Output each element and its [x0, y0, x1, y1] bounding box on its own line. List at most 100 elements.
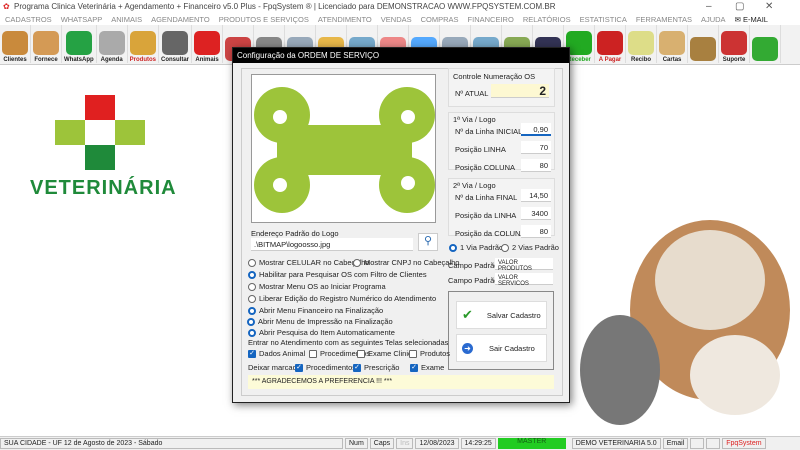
menu-item[interactable]: FINANCEIRO [468, 15, 514, 24]
via-radio[interactable]: 2 Vias Padrão [501, 243, 559, 252]
option-radio[interactable]: Habilitar para Pesquisar OS com Filtro d… [248, 270, 427, 279]
toolbar-button[interactable]: Suporte [719, 25, 751, 63]
via2-row-field[interactable]: 3400 [521, 207, 551, 220]
toolbar-button[interactable] [688, 25, 720, 63]
radio-indicator [248, 258, 256, 267]
toolbar-icon [162, 31, 189, 55]
via2-title: 2ª Via / Logo [453, 181, 496, 190]
checkbox-marked[interactable]: ✓ Procedimentos [295, 363, 356, 372]
campo-padrao-input[interactable]: VALOR PRODUTOS [495, 258, 553, 272]
option-radio[interactable]: Mostrar CNPJ no Cabeçalho [353, 258, 459, 267]
toolbar-button[interactable]: Produtos [128, 25, 160, 63]
option-label: Mostrar Menu OS ao Iniciar Programa [259, 282, 386, 291]
logo-path-input[interactable]: .\BITMAP\logoosso.jpg [251, 238, 413, 251]
toolbar-button[interactable]: Animais [192, 25, 224, 63]
checkbox-indicator: ✓ [295, 363, 303, 372]
campo-padrao-input[interactable]: VALOR SERVICOS [495, 273, 553, 287]
toolbar-button[interactable]: Fornece [31, 25, 62, 63]
menu-item[interactable]: CADASTROS [5, 15, 52, 24]
logo-path-label: Endereço Padrão do Logo [251, 229, 339, 238]
toolbar-icon [129, 31, 156, 55]
toolbar-button[interactable]: Recibo [626, 25, 658, 63]
close-button[interactable]: ✕ [765, 1, 773, 12]
exit-label: Sair Cadastro [489, 343, 535, 353]
menu-item-email[interactable]: ✉ E-MAIL [735, 15, 768, 24]
radio-indicator [248, 328, 256, 337]
radio-indicator [248, 306, 256, 315]
menu-item[interactable]: COMPRAS [421, 15, 459, 24]
status-city-date: SUA CIDADE - UF 12 de Agosto de 2023 - S… [0, 438, 343, 449]
via1-row-label: Nº da Linha INICIAL [455, 127, 523, 136]
calculator-icon[interactable] [706, 438, 721, 449]
toolbar-button[interactable]: Clientes [0, 25, 31, 63]
checkbox-indicator [357, 349, 365, 358]
minimize-button[interactable]: – [706, 1, 712, 12]
menu-item[interactable]: ATENDIMENTO [318, 15, 372, 24]
status-email[interactable]: Email [662, 438, 689, 449]
option-radio[interactable]: Abrir Menu de Impressão na Finalização [247, 317, 393, 326]
save-button[interactable]: ✔ Salvar Cadastro [456, 301, 547, 329]
radio-indicator [248, 282, 256, 291]
via1-row-field[interactable]: 0,90 [521, 123, 551, 136]
toolbar-button[interactable] [750, 25, 782, 63]
menu-item[interactable]: AGENDAMENTO [151, 15, 210, 24]
numero-atual-field[interactable]: 2 [491, 84, 549, 98]
toolbar-label: Clientes [3, 57, 27, 63]
checkbox-screens[interactable]: ✓ Dados Animal [248, 349, 305, 358]
checkbox-screens[interactable]: Exame Clinico [357, 349, 416, 358]
via1-row-field[interactable]: 70 [521, 141, 551, 154]
toolbar-button[interactable]: Agenda [97, 25, 128, 63]
radio-indicator [353, 258, 361, 267]
toolbar-icon [33, 31, 59, 55]
option-label: Mostrar CNPJ no Cabeçalho [364, 258, 460, 267]
via1-row-field[interactable]: 80 [521, 159, 551, 172]
via2-row-field[interactable]: 80 [521, 225, 551, 238]
toolbar-icon [98, 31, 125, 55]
toolbar-button[interactable]: A Pagar [595, 25, 627, 63]
radio-indicator [248, 294, 256, 303]
menu-item[interactable]: FERRAMENTAS [636, 15, 692, 24]
option-radio[interactable]: Mostrar Menu OS ao Iniciar Programa [248, 282, 386, 291]
search-logo-button[interactable]: ⚲ [418, 233, 438, 251]
menu-bar: CADASTROS WHATSAPP ANIMAIS AGENDAMENTO PRODU… [0, 13, 800, 25]
printer-icon[interactable] [690, 438, 705, 449]
option-radio[interactable]: Abrir Menu Financeiro na Finalização [248, 306, 383, 315]
checkbox-marked[interactable]: ✓ Exame [410, 363, 444, 372]
arrow-right-icon: ➜ [462, 342, 473, 354]
status-num: Num [345, 438, 368, 449]
toolbar-label: Suporte [722, 57, 746, 63]
footer-message: *** AGRADECEMOS A PREFERENCIA !!! *** [248, 375, 554, 389]
menu-item[interactable]: ESTATISTICA [580, 15, 627, 24]
numero-atual-label: Nº ATUAL [455, 89, 489, 98]
menu-item[interactable]: AJUDA [701, 15, 726, 24]
menu-item[interactable]: VENDAS [381, 15, 412, 24]
menu-email-label: E-MAIL [742, 14, 768, 24]
via2-row-field[interactable]: 14,50 [521, 189, 551, 202]
option-radio[interactable]: Abrir Pesquisa do Item Automaticamente [248, 328, 395, 337]
checkbox-screens[interactable]: Produtos [409, 349, 450, 358]
status-time: 14:29:25 [460, 438, 496, 449]
exit-button[interactable]: ➜ Sair Cadastro [456, 334, 547, 362]
checkbox-marked[interactable]: ✓ Prescrição [353, 363, 399, 372]
toolbar-label: Recibo [631, 57, 652, 63]
toolbar-label: Produtos [129, 57, 157, 63]
option-label: Liberar Edição do Registro Numérico do A… [259, 294, 437, 303]
radio-indicator [449, 243, 457, 252]
menu-item[interactable]: WHATSAPP [61, 15, 103, 24]
via2-row-label: Posição da LINHA [455, 211, 517, 220]
toolbar-button[interactable]: Cartas [657, 25, 689, 63]
toolbar-icon [721, 31, 748, 55]
menu-item[interactable]: PRODUTOS E SERVIÇOS [219, 15, 309, 24]
checkbox-label: Procedimentos [306, 363, 357, 372]
menu-item[interactable]: ANIMAIS [111, 15, 142, 24]
maximize-button[interactable]: ▢ [735, 1, 744, 12]
status-brand[interactable]: FpqSystem [722, 438, 766, 449]
via1-row-label: Posição LINHA [455, 145, 506, 154]
via-radio[interactable]: 1 Via Padrão [449, 243, 503, 252]
logo-preview [251, 74, 436, 223]
toolbar-button[interactable]: Consultar [159, 25, 193, 63]
option-radio[interactable]: Mostrar CELULAR no Cabeçalho [248, 258, 369, 267]
menu-item[interactable]: RELATÓRIOS [523, 15, 571, 24]
option-radio[interactable]: Liberar Edição do Registro Numérico do A… [248, 294, 436, 303]
toolbar-button[interactable]: WhatsApp [62, 25, 97, 63]
